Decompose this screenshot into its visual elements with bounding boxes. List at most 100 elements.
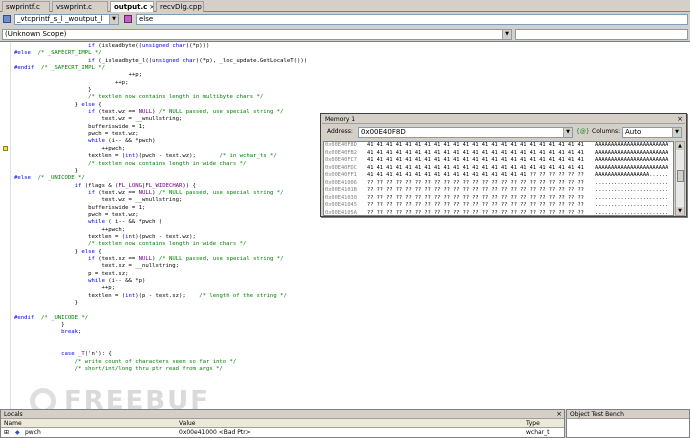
- memory-row[interactable]: 0x00E41045 ?? ?? ?? ?? ?? ?? ?? ?? ?? ?? …: [324, 202, 673, 210]
- scroll-down-icon[interactable]: ▼: [676, 207, 684, 215]
- code-line[interactable]: if (isleadbyte((unsigned char)(*p))): [14, 43, 690, 50]
- memory-bytes[interactable]: ?? ?? ?? ?? ?? ?? ?? ?? ?? ?? ?? ?? ?? ?…: [367, 195, 595, 203]
- memory-row[interactable]: 0x00E40FC7 41 41 41 41 41 41 41 41 41 41 …: [324, 157, 673, 165]
- object-test-bench-title-bar[interactable]: Object Test Bench: [567, 410, 689, 419]
- reevaluate-button[interactable]: {@}: [576, 128, 590, 135]
- memory-row[interactable]: 0x00E40FB2 41 41 41 41 41 41 41 41 41 41 …: [324, 150, 673, 158]
- code-line[interactable]: } else {: [14, 249, 690, 256]
- chevron-down-icon[interactable]: ▼: [672, 128, 681, 137]
- memory-ascii[interactable]: AAAAAAAAAAAAAAAAAAAAAAA: [595, 165, 668, 171]
- memory-row[interactable]: 0x00E4101B ?? ?? ?? ?? ?? ?? ?? ?? ?? ?? …: [324, 187, 673, 195]
- local-value[interactable]: 0x00e41000 <Bad Ptr>: [179, 428, 251, 437]
- columns-select[interactable]: Auto ▼: [622, 127, 682, 138]
- close-icon[interactable]: ×: [556, 410, 562, 419]
- memory-address: 0x00E4101B: [325, 187, 357, 193]
- code-line[interactable]: while ( i-- && *pwch ): [14, 219, 690, 226]
- scroll-up-icon[interactable]: ▲: [676, 142, 684, 150]
- memory-ascii[interactable]: .......................: [595, 180, 668, 186]
- code-line[interactable]: /* textlen now contains length in wide c…: [14, 241, 690, 248]
- column-name[interactable]: Name: [4, 419, 22, 428]
- memory-scrollbar[interactable]: ▲ ▼: [675, 141, 685, 216]
- code-line[interactable]: ++pwch;: [14, 227, 690, 234]
- memory-ascii[interactable]: AAAAAAAAAAAAAAAAAAAAAAA: [595, 157, 668, 163]
- memory-row[interactable]: 0x00E4105A ?? ?? ?? ?? ?? ?? ?? ?? ?? ?? …: [324, 210, 673, 216]
- code-line[interactable]: textlen = (int)(p - text.sz); /* length …: [14, 293, 690, 300]
- memory-bytes[interactable]: ?? ?? ?? ?? ?? ?? ?? ?? ?? ?? ?? ?? ?? ?…: [367, 210, 595, 216]
- tab-swprintf[interactable]: swprintf.c: [2, 1, 50, 12]
- memory-bytes[interactable]: ?? ?? ?? ?? ?? ?? ?? ?? ?? ?? ?? ?? ?? ?…: [367, 187, 595, 195]
- memory-window[interactable]: Memory 1 × Address: 0x00E40F8D ▼ {@} Colu…: [320, 113, 687, 217]
- tab-recvdlg[interactable]: recvDlg.cpp: [156, 1, 204, 12]
- code-line[interactable]: while (i-- && *p): [14, 278, 690, 285]
- chevron-down-icon[interactable]: ▼: [563, 128, 572, 137]
- code-line[interactable]: }: [14, 322, 690, 329]
- memory-ascii[interactable]: .......................: [595, 202, 668, 208]
- column-value[interactable]: Value: [179, 419, 195, 428]
- expand-icon[interactable]: ⊞: [4, 428, 9, 437]
- memory-bytes[interactable]: 41 41 41 41 41 41 41 41 41 41 41 41 41 4…: [367, 142, 595, 150]
- memory-row[interactable]: 0x00E40FF1 41 41 41 41 41 41 41 41 41 41 …: [324, 172, 673, 180]
- memory-ascii[interactable]: .......................: [595, 210, 668, 216]
- code-line[interactable]: text.sz = __nullstring;: [14, 263, 690, 270]
- code-line[interactable]: /* write count of characters seen so far…: [14, 359, 690, 366]
- memory-bytes[interactable]: 41 41 41 41 41 41 41 41 41 41 41 41 41 4…: [367, 157, 595, 165]
- tab-output[interactable]: output.c×: [110, 1, 154, 12]
- code-line[interactable]: p = text.sz;: [14, 271, 690, 278]
- close-icon[interactable]: ×: [149, 3, 153, 11]
- code-line[interactable]: ++p;: [14, 80, 690, 87]
- scope-combo[interactable]: (Unknown Scope) ▼: [2, 29, 512, 40]
- code-line[interactable]: textlen = (int)(pwch - text.wz);: [14, 234, 690, 241]
- memory-row[interactable]: 0x00E40F8D 41 41 41 41 41 41 41 41 41 41 …: [324, 142, 673, 150]
- code-line[interactable]: } else {: [14, 102, 690, 109]
- code-line[interactable]: [14, 337, 690, 344]
- function-combo[interactable]: _vtcprintf_s_l _woutput_l ▼: [14, 14, 119, 25]
- code-line[interactable]: if (_isleadbyte_l((unsigned char)(*p), _…: [14, 58, 690, 65]
- scroll-thumb[interactable]: [677, 170, 684, 182]
- memory-row[interactable]: 0x00E41030 ?? ?? ?? ?? ?? ?? ?? ?? ?? ?? …: [324, 195, 673, 203]
- memory-bytes[interactable]: ?? ?? ?? ?? ?? ?? ?? ?? ?? ?? ?? ?? ?? ?…: [367, 180, 595, 188]
- code-line[interactable]: /* textlen now contains length in multib…: [14, 94, 690, 101]
- code-line[interactable]: ++p;: [14, 285, 690, 292]
- locals-pane[interactable]: Locals × Name Value Type ⊞ ◆ pwch 0x00e4…: [0, 409, 565, 438]
- chevron-down-icon[interactable]: ▼: [109, 15, 118, 24]
- memory-ascii[interactable]: AAAAAAAAAAAAAAAAAAAAAAA: [595, 142, 668, 148]
- memory-address: 0x00E40FC7: [325, 157, 357, 163]
- memory-window-title-bar[interactable]: Memory 1 ×: [322, 115, 685, 124]
- scope-member-combo[interactable]: [515, 29, 688, 40]
- code-line[interactable]: [14, 307, 690, 314]
- column-type[interactable]: Type: [526, 419, 540, 428]
- code-line[interactable]: case _T('n'): {: [14, 351, 690, 358]
- code-line[interactable]: }: [14, 300, 690, 307]
- code-line[interactable]: ++p;: [14, 72, 690, 79]
- code-line[interactable]: if (text.sz == NULL) /* NULL passed, use…: [14, 256, 690, 263]
- memory-ascii[interactable]: AAAAAAAAAAAAAAAAA......: [595, 172, 668, 178]
- code-editor[interactable]: if (isleadbyte((unsigned char)(*p))) #els…: [0, 41, 690, 409]
- chevron-down-icon[interactable]: ▼: [502, 30, 511, 39]
- memory-row[interactable]: 0x00E41006 ?? ?? ?? ?? ?? ?? ?? ?? ?? ?? …: [324, 180, 673, 188]
- memory-ascii[interactable]: .......................: [595, 195, 668, 201]
- address-input[interactable]: 0x00E40F8D ▼: [358, 127, 573, 138]
- code-line[interactable]: #else /* _SAFECRT_IMPL */: [14, 50, 690, 57]
- code-line[interactable]: }: [14, 87, 690, 94]
- code-line[interactable]: #endif /* _UNICODE */: [14, 315, 690, 322]
- memory-bytes[interactable]: 41 41 41 41 41 41 41 41 41 41 41 41 41 4…: [367, 172, 595, 180]
- code-line[interactable]: [14, 344, 690, 351]
- code-line[interactable]: #endif /* _SAFECRT_IMPL */: [14, 65, 690, 72]
- memory-ascii[interactable]: AAAAAAAAAAAAAAAAAAAAAAA: [595, 150, 668, 156]
- memory-bytes[interactable]: ?? ?? ?? ?? ?? ?? ?? ?? ?? ?? ?? ?? ?? ?…: [367, 202, 595, 210]
- member-combo[interactable]: else: [136, 14, 688, 25]
- table-row[interactable]: ⊞ ◆ pwch 0x00e41000 <Bad Ptr> wchar_t: [1, 428, 564, 437]
- locals-title-bar[interactable]: Locals ×: [1, 410, 564, 419]
- memory-bytes[interactable]: 41 41 41 41 41 41 41 41 41 41 41 41 41 4…: [367, 150, 595, 158]
- memory-dump[interactable]: 0x00E40F8D 41 41 41 41 41 41 41 41 41 41 …: [323, 141, 674, 216]
- close-icon[interactable]: ×: [676, 115, 684, 123]
- code-line[interactable]: /* short/int/long thru ptr read from arg…: [14, 366, 690, 373]
- editor-gutter[interactable]: [0, 42, 11, 409]
- memory-bytes[interactable]: 41 41 41 41 41 41 41 41 41 41 41 41 41 4…: [367, 165, 595, 173]
- object-test-bench-pane[interactable]: Object Test Bench: [566, 409, 690, 438]
- tab-vswprint[interactable]: vswprint.c: [52, 1, 108, 12]
- memory-row[interactable]: 0x00E40FDC 41 41 41 41 41 41 41 41 41 41 …: [324, 165, 673, 173]
- memory-address: 0x00E41030: [325, 194, 357, 201]
- code-line[interactable]: break;: [14, 329, 690, 336]
- memory-ascii[interactable]: .......................: [595, 187, 668, 193]
